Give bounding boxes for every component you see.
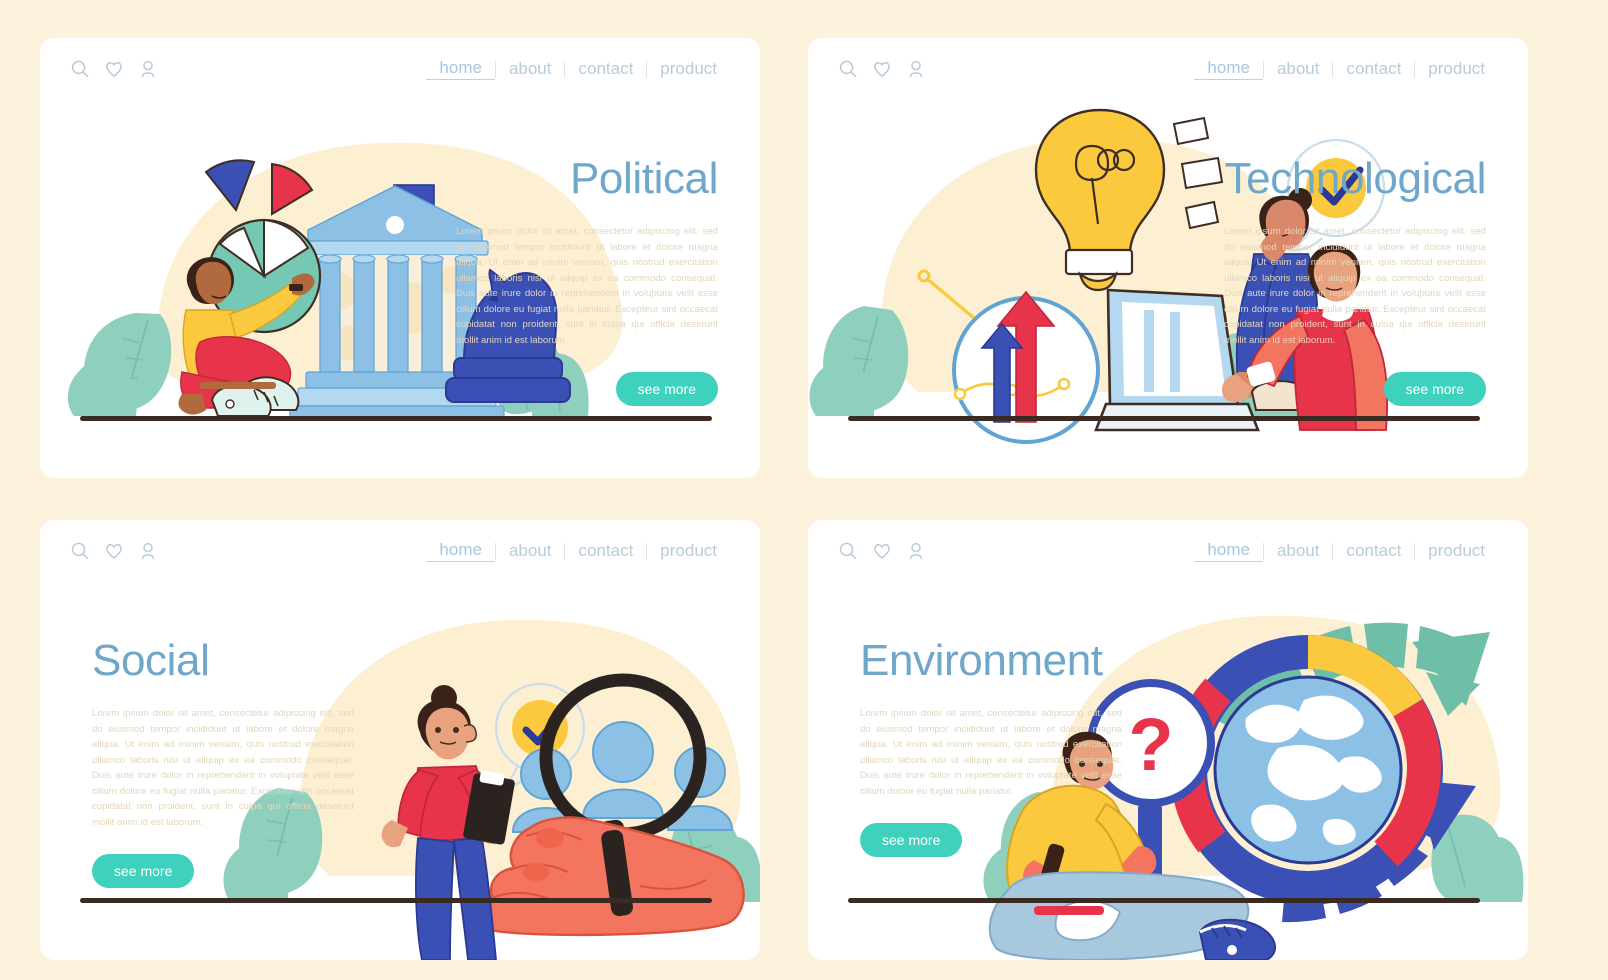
nav-link-contact[interactable]: contact <box>1333 59 1414 79</box>
body-text: Lorem ipsum dolor sit amet, consectetur … <box>456 226 718 346</box>
icon-group <box>70 59 158 79</box>
heart-icon[interactable] <box>872 541 892 561</box>
body-text: Lorem ipsum dolor sit amet, consectetur … <box>860 708 1122 797</box>
user-icon[interactable] <box>138 541 158 561</box>
page-title: Environment <box>860 636 1103 685</box>
icon-group <box>838 541 926 561</box>
cards-grid: home about contact product Political Lor… <box>0 0 1608 980</box>
nav-link-contact[interactable]: contact <box>565 59 646 79</box>
button-row: see more <box>92 830 354 889</box>
button-row: see more <box>1224 348 1486 407</box>
nav-link-about[interactable]: about <box>1264 59 1333 79</box>
card-social: home about contact product Social Lorem … <box>40 520 760 960</box>
user-icon[interactable] <box>906 59 926 79</box>
nav-link-about[interactable]: about <box>496 59 565 79</box>
ground-line <box>848 416 1480 421</box>
nav-link-contact[interactable]: contact <box>565 541 646 561</box>
nav-link-home[interactable]: home <box>426 540 495 562</box>
nav-link-product[interactable]: product <box>647 59 730 79</box>
search-icon[interactable] <box>70 541 90 561</box>
nav-link-about[interactable]: about <box>496 541 565 561</box>
nav-link-contact[interactable]: contact <box>1333 541 1414 561</box>
topbar-social: home about contact product <box>40 520 760 582</box>
nav-link-product[interactable]: product <box>1415 541 1498 561</box>
sneaker <box>1198 918 1276 960</box>
icon-group <box>70 541 158 561</box>
ground-line <box>80 416 712 421</box>
heart-icon[interactable] <box>872 59 892 79</box>
user-icon[interactable] <box>138 59 158 79</box>
nav-link-home[interactable]: home <box>426 58 495 80</box>
question-mark-glyph: ? <box>1128 703 1173 786</box>
icon-group <box>838 59 926 79</box>
heart-icon[interactable] <box>104 59 124 79</box>
search-icon[interactable] <box>838 59 858 79</box>
text-column-technological: Technological Lorem ipsum dolor sit amet… <box>1224 154 1487 407</box>
button-row: see more <box>860 799 1122 858</box>
text-column-political: Political Lorem ipsum dolor sit amet, co… <box>456 154 718 407</box>
topbar-technological: home about contact product <box>808 38 1528 100</box>
ground-line <box>80 898 712 903</box>
nav-link-product[interactable]: product <box>1415 59 1498 79</box>
main-nav: home about contact product <box>1194 540 1498 562</box>
button-row: see more <box>456 348 718 407</box>
page-title: Political <box>569 154 718 203</box>
globe <box>1213 675 1403 865</box>
main-nav: home about contact product <box>426 540 730 562</box>
main-nav: home about contact product <box>426 58 730 80</box>
text-column-environment: Environment Lorem ipsum dolor sit amet, … <box>860 636 1122 858</box>
topbar-political: home about contact product <box>40 38 760 100</box>
body-text: Lorem ipsum dolor sit amet, consectetur … <box>92 708 354 828</box>
page-title: Social <box>92 636 210 685</box>
nav-link-product[interactable]: product <box>647 541 730 561</box>
card-technological: home about contact product Technological… <box>808 38 1528 478</box>
main-nav: home about contact product <box>1194 58 1498 80</box>
page-title: Technological <box>1224 154 1487 203</box>
see-more-button[interactable]: see more <box>615 372 718 407</box>
see-more-button[interactable]: see more <box>860 823 963 858</box>
nav-link-home[interactable]: home <box>1194 540 1263 562</box>
nav-link-home[interactable]: home <box>1194 58 1263 80</box>
card-environment: ? home about contact product Environment… <box>808 520 1528 960</box>
heart-icon[interactable] <box>104 541 124 561</box>
text-column-social: Social Lorem ipsum dolor sit amet, conse… <box>92 636 354 889</box>
see-more-button[interactable]: see more <box>92 854 195 889</box>
ground-line <box>848 898 1480 903</box>
user-icon[interactable] <box>906 541 926 561</box>
topbar-environment: home about contact product <box>808 520 1528 582</box>
card-political: home about contact product Political Lor… <box>40 38 760 478</box>
search-icon[interactable] <box>70 59 90 79</box>
search-icon[interactable] <box>838 541 858 561</box>
nav-link-about[interactable]: about <box>1264 541 1333 561</box>
see-more-button[interactable]: see more <box>1383 372 1486 407</box>
body-text: Lorem ipsum dolor sit amet, consectetur … <box>1224 226 1486 346</box>
